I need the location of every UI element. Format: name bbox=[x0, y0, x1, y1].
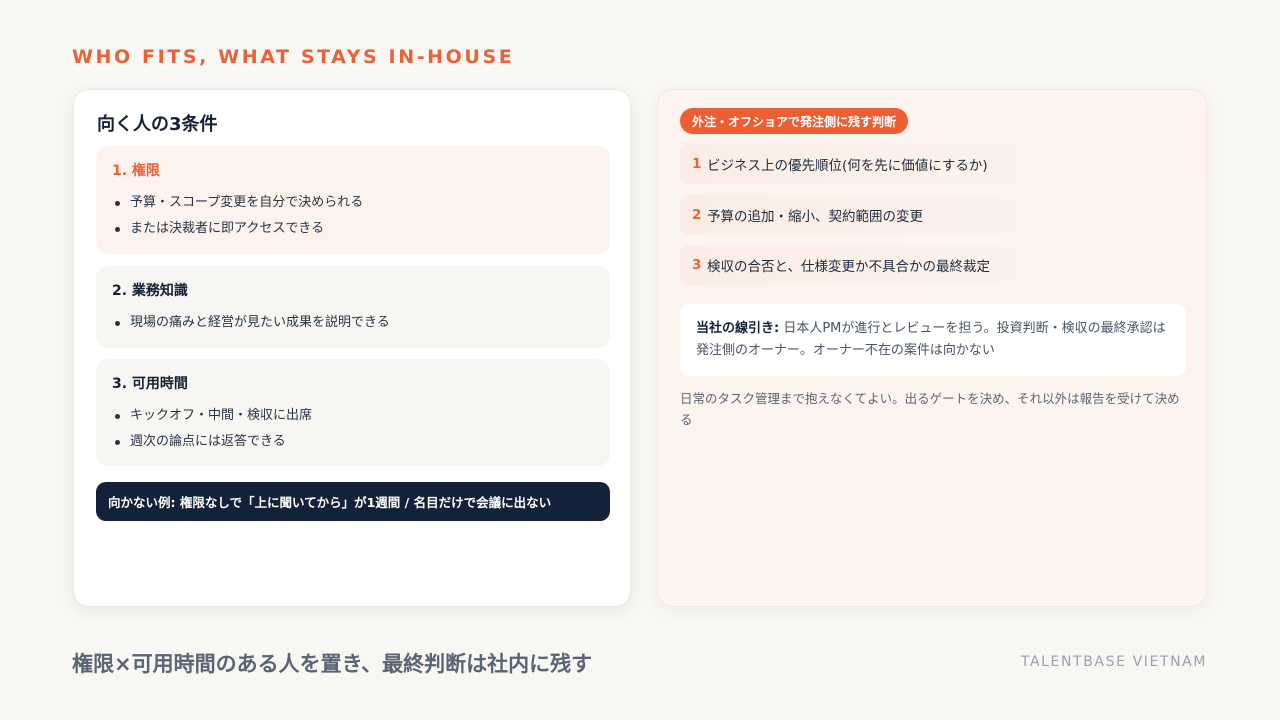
condition-heading: 3. 可用時間 bbox=[112, 376, 188, 392]
judgment-item: 1 ビジネス上の優先順位(何を先に価値にするか) bbox=[680, 144, 1186, 184]
bullet-item: または決裁者に即アクセスできる bbox=[112, 216, 594, 242]
bullet-item: キックオフ・中間・検収に出席 bbox=[112, 403, 594, 429]
judgment-text: 検収の合否と、仕様変更か不具合かの最終裁定 bbox=[707, 259, 990, 275]
bullet-item: 予算・スコープ変更を自分で決められる bbox=[112, 190, 594, 216]
judgment-number: 2 bbox=[692, 207, 702, 223]
fit-conditions-card: 向く人の3条件 1. 権限 予算・スコープ変更を自分で決められる または決裁者に… bbox=[73, 89, 631, 607]
note-text: 日常のタスク管理まで抱えなくてよい。出るゲートを決め、それ以外は報告を受けて決め… bbox=[680, 391, 1180, 427]
judgment-number: 1 bbox=[692, 156, 702, 172]
judgment-item: 2 予算の追加・縮小、契約範囲の変更 bbox=[680, 195, 1186, 235]
section-pill: 外注・オフショアで発注側に残す判断 bbox=[680, 108, 909, 134]
policy-box: 当社の線引き: 日本人PMが進行とレビューを担う。投資判断・検収の最終承認は発注… bbox=[680, 304, 1186, 376]
condition-heading: 1. 権限 bbox=[112, 163, 160, 179]
judgment-item: 3 検収の合否と、仕様変更か不具合かの最終裁定 bbox=[680, 245, 1186, 285]
condition-bullets: 現場の痛みと経営が見たい成果を説明できる bbox=[112, 310, 594, 336]
takeaway-message: 権限×可用時間のある人を置き、最終判断は社内に残す bbox=[72, 652, 593, 676]
condition-bullets: キックオフ・中間・検収に出席 週次の論点には返答できる bbox=[112, 403, 594, 455]
judgment-text: 予算の追加・縮小、契約範囲の変更 bbox=[707, 209, 923, 225]
condition-domain-knowledge: 2. 業務知識 現場の痛みと経営が見たい成果を説明できる bbox=[96, 266, 610, 348]
policy-label: 当社の線引き: bbox=[696, 321, 780, 336]
condition-heading: 2. 業務知識 bbox=[112, 283, 188, 299]
bullet-item: 週次の論点には返答できる bbox=[112, 429, 594, 455]
retained-decisions-card: 外注・オフショアで発注側に残す判断 1 ビジネス上の優先順位(何を先に価値にする… bbox=[657, 89, 1207, 607]
brand-logo-text: TALENTBASE VIETNAM bbox=[1020, 654, 1207, 670]
card-title: 向く人の3条件 bbox=[97, 114, 218, 135]
condition-authority: 1. 権限 予算・スコープ変更を自分で決められる または決裁者に即アクセスできる bbox=[96, 146, 610, 254]
eyebrow-heading: WHO FITS, WHAT STAYS IN-HOUSE bbox=[72, 46, 515, 68]
slide: WHO FITS, WHAT STAYS IN-HOUSE 向く人の3条件 1.… bbox=[0, 0, 1280, 720]
unfit-example-bar: 向かない例: 権限なしで「上に聞いてから」が1週間 / 名目だけで会議に出ない bbox=[96, 482, 610, 521]
condition-bullets: 予算・スコープ変更を自分で決められる または決裁者に即アクセスできる bbox=[112, 190, 594, 242]
bullet-item: 現場の痛みと経営が見たい成果を説明できる bbox=[112, 310, 594, 336]
judgment-text: ビジネス上の優先順位(何を先に価値にするか) bbox=[707, 158, 988, 174]
judgment-number: 3 bbox=[692, 257, 702, 273]
condition-availability: 3. 可用時間 キックオフ・中間・検収に出席 週次の論点には返答できる bbox=[96, 359, 610, 466]
